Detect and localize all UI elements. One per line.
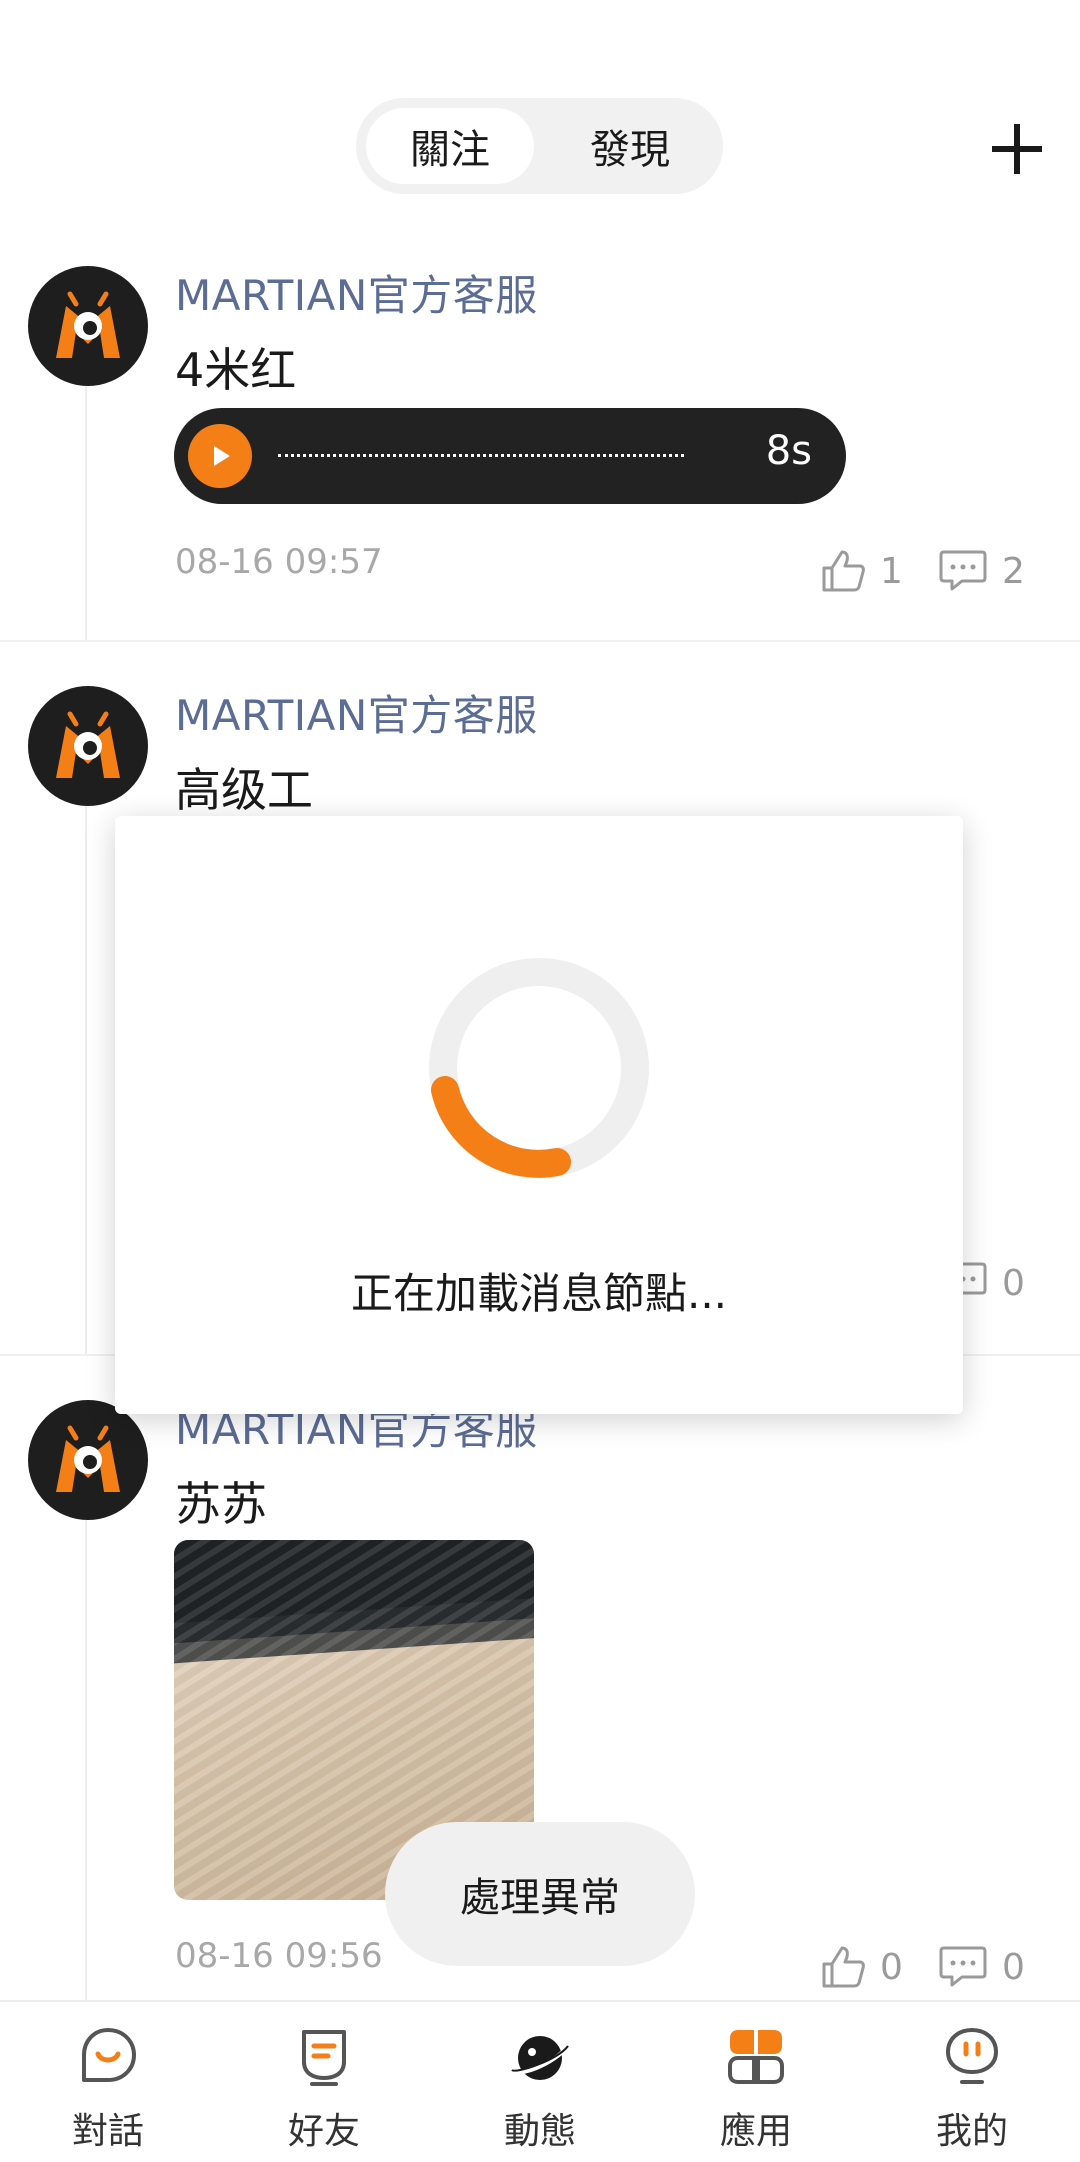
thread-line xyxy=(85,1520,87,2000)
avatar[interactable] xyxy=(28,1400,148,1520)
avatar[interactable] xyxy=(28,686,148,806)
martian-logo-icon xyxy=(56,291,120,358)
thread-line xyxy=(85,800,87,1356)
post-text: 苏苏 xyxy=(175,1477,267,1531)
post-author[interactable]: MARTIAN官方客服 xyxy=(175,262,538,323)
post-text: 高级工 xyxy=(175,763,313,817)
chat-bubble-icon xyxy=(82,2028,136,2082)
planet-icon xyxy=(510,2036,570,2080)
nav-item-friends[interactable]: 好友 xyxy=(216,2002,432,2162)
thumbs-up-icon xyxy=(822,550,865,592)
voice-waveform xyxy=(278,454,684,457)
nav-label: 好友 xyxy=(287,2111,360,2152)
comment-icon xyxy=(939,1946,987,1987)
loading-message: 正在加載消息節點... xyxy=(350,1269,728,1318)
post-time: 08-16 09:56 xyxy=(175,1936,383,1976)
comment-icon xyxy=(939,550,987,591)
comment-button[interactable]: 2 xyxy=(938,548,1025,594)
play-icon[interactable] xyxy=(188,424,252,488)
nav-label: 應用 xyxy=(719,2111,792,2152)
tab-following[interactable]: 關注 xyxy=(366,108,534,184)
nav-label: 動態 xyxy=(503,2111,576,2152)
nav-item-moments[interactable]: 動態 xyxy=(432,2002,648,2162)
voice-message-player[interactable]: 8s xyxy=(174,408,846,504)
nav-label: 對話 xyxy=(71,2111,144,2152)
friends-icon xyxy=(302,2030,346,2086)
thumbs-up-icon xyxy=(822,1946,865,1988)
post-text: 4米红 xyxy=(175,343,297,397)
loading-spinner-icon xyxy=(429,958,649,1178)
martian-logo-icon xyxy=(56,1425,120,1492)
nav-item-apps[interactable]: 應用 xyxy=(648,2002,864,2162)
feed-segment-control: 關注 發現 xyxy=(356,98,723,194)
bottom-nav: 對話 好友 動態 應用 我的 xyxy=(0,2000,1080,2162)
apps-icon xyxy=(728,2030,784,2084)
profile-icon xyxy=(945,2027,999,2084)
comment-count: 2 xyxy=(1002,550,1025,592)
post-time: 08-16 09:57 xyxy=(175,542,383,582)
nav-item-chat[interactable]: 對話 xyxy=(0,2002,216,2162)
comment-button[interactable]: 0 xyxy=(938,1944,1025,1990)
like-count: 1 xyxy=(880,550,903,592)
like-count: 0 xyxy=(880,1946,903,1988)
plus-icon[interactable] xyxy=(990,122,1044,176)
loading-dialog: 正在加載消息節點... xyxy=(115,816,963,1414)
comment-count: 0 xyxy=(1002,1946,1025,1988)
voice-duration: 8s xyxy=(765,428,812,474)
post-author[interactable]: MARTIAN官方客服 xyxy=(175,682,538,743)
thread-line xyxy=(85,386,87,640)
comment-count: 0 xyxy=(1002,1262,1025,1304)
post-divider xyxy=(0,640,1080,642)
tab-discover[interactable]: 發現 xyxy=(546,108,714,184)
nav-item-me[interactable]: 我的 xyxy=(864,2002,1080,2162)
nav-label: 我的 xyxy=(935,2111,1008,2152)
avatar[interactable] xyxy=(28,266,148,386)
like-button[interactable]: 0 xyxy=(820,1944,903,1990)
error-toast: 處理異常 xyxy=(385,1822,695,1966)
martian-logo-icon xyxy=(56,711,120,778)
like-button[interactable]: 1 xyxy=(820,548,903,594)
